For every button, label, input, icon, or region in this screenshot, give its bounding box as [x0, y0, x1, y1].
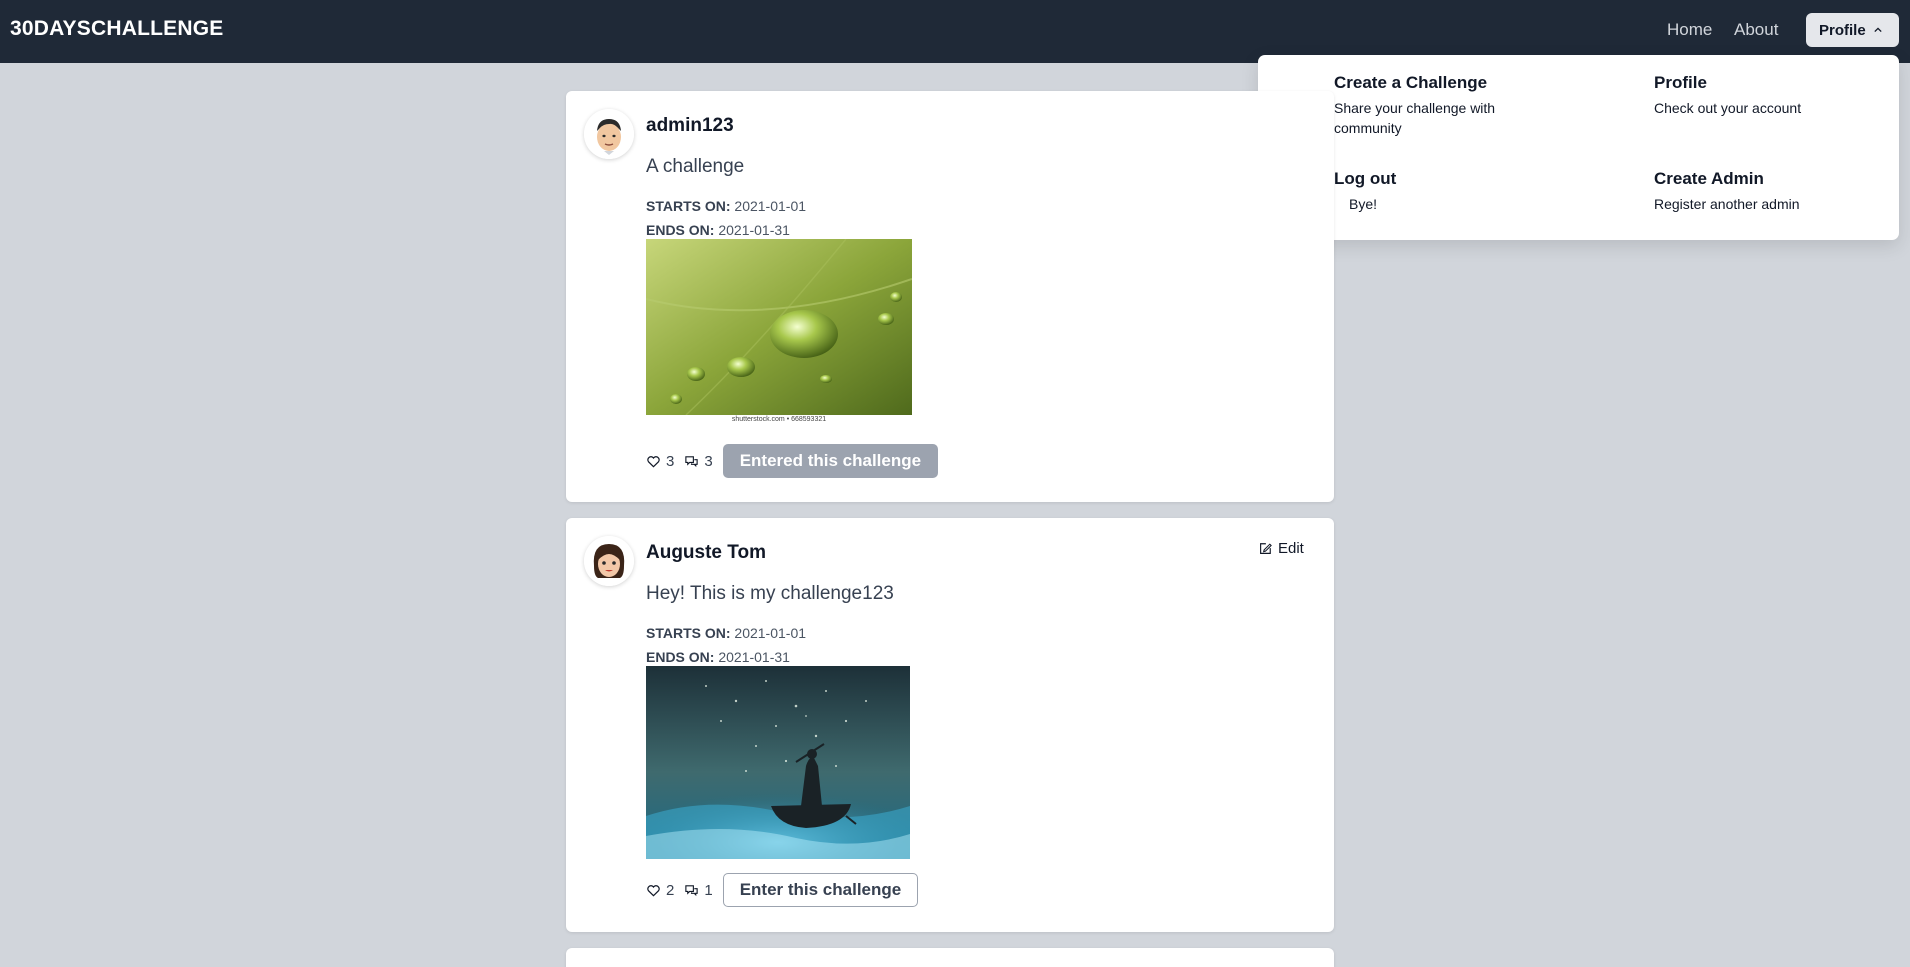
comments-icon[interactable]	[684, 883, 699, 898]
starts-date: 2021-01-01	[734, 625, 807, 641]
challenge-image[interactable]	[646, 666, 910, 859]
challenge-dates: STARTS ON: 2021-01-01 ENDS ON: 2021-01-3…	[646, 194, 806, 242]
heart-icon[interactable]	[646, 454, 661, 469]
brand-logo[interactable]: 30DAYSCHALLENGE	[10, 17, 223, 41]
menu-item-create-admin[interactable]: Create Admin Register another admin	[1654, 169, 1874, 214]
menu-item-title: Profile	[1654, 73, 1707, 92]
ends-label: ENDS ON:	[646, 649, 715, 665]
entered-challenge-button[interactable]: Entered this challenge	[722, 444, 939, 478]
likes-count: 3	[666, 452, 675, 470]
avatar[interactable]	[584, 536, 634, 586]
profile-menu-button[interactable]: Profile	[1806, 13, 1899, 47]
nav-about-link[interactable]: About	[1734, 20, 1778, 40]
menu-item-title: Create Admin	[1654, 169, 1764, 188]
heart-icon[interactable]	[646, 883, 661, 898]
nav-home-link[interactable]: Home	[1667, 20, 1712, 40]
menu-item-description: Bye!	[1349, 196, 1378, 212]
post-author[interactable]: admin123	[646, 115, 734, 137]
comments-icon[interactable]	[684, 454, 699, 469]
edit-icon	[1260, 542, 1272, 554]
image-caption: shutterstock.com • 668593321	[731, 416, 827, 423]
female-avatar-icon	[584, 536, 634, 586]
profile-dropdown-menu: Create a Challenge Share your challenge …	[1258, 55, 1899, 240]
starts-label: STARTS ON:	[646, 625, 731, 641]
ends-date: 2021-01-31	[718, 649, 790, 665]
edit-label: Edit	[1278, 540, 1304, 557]
edit-button[interactable]: Edit	[1258, 540, 1304, 557]
ends-label: ENDS ON:	[646, 222, 715, 238]
comments-count: 1	[704, 881, 713, 899]
challenge-title: A challenge	[646, 156, 745, 177]
likes-count: 2	[666, 881, 675, 899]
chevron-up-icon	[1874, 27, 1882, 33]
top-navbar: 30DAYSCHALLENGE Home About Profile	[0, 0, 1910, 63]
challenge-card	[566, 948, 1334, 967]
challenge-card: admin123 A challenge STARTS ON: 2021-01-…	[566, 91, 1334, 502]
menu-item-description: Check out your account	[1654, 100, 1802, 116]
avatar[interactable]	[584, 109, 634, 159]
menu-item-logout[interactable]: Log out Bye!	[1334, 169, 1534, 214]
menu-item-description: Share your challenge with community	[1334, 100, 1496, 136]
menu-item-title: Log out	[1334, 169, 1397, 188]
post-actions: 2 1 Enter this challenge	[646, 873, 919, 907]
challenge-title: Hey! This is my challenge123	[646, 583, 894, 604]
leaf-waterdrops-image	[646, 239, 912, 425]
boat-night-sea-image	[646, 666, 910, 859]
challenge-card: Auguste Tom Edit Hey! This is my challen…	[566, 518, 1334, 932]
male-avatar-icon	[584, 109, 634, 159]
challenge-image[interactable]: shutterstock.com • 668593321	[646, 239, 912, 425]
ends-date: 2021-01-31	[718, 222, 790, 238]
starts-label: STARTS ON:	[646, 198, 731, 214]
menu-item-title: Create a Challenge	[1334, 73, 1488, 92]
menu-item-create-challenge[interactable]: Create a Challenge Share your challenge …	[1334, 73, 1534, 138]
menu-item-profile[interactable]: Profile Check out your account	[1654, 73, 1874, 118]
comments-count: 3	[704, 452, 713, 470]
post-author[interactable]: Auguste Tom	[646, 542, 766, 564]
post-actions: 3 3 Entered this challenge	[646, 444, 939, 478]
starts-date: 2021-01-01	[734, 198, 807, 214]
menu-item-description: Register another admin	[1654, 196, 1800, 212]
challenge-dates: STARTS ON: 2021-01-01 ENDS ON: 2021-01-3…	[646, 621, 806, 669]
profile-button-label: Profile	[1819, 21, 1866, 39]
enter-challenge-button[interactable]: Enter this challenge	[722, 873, 919, 907]
